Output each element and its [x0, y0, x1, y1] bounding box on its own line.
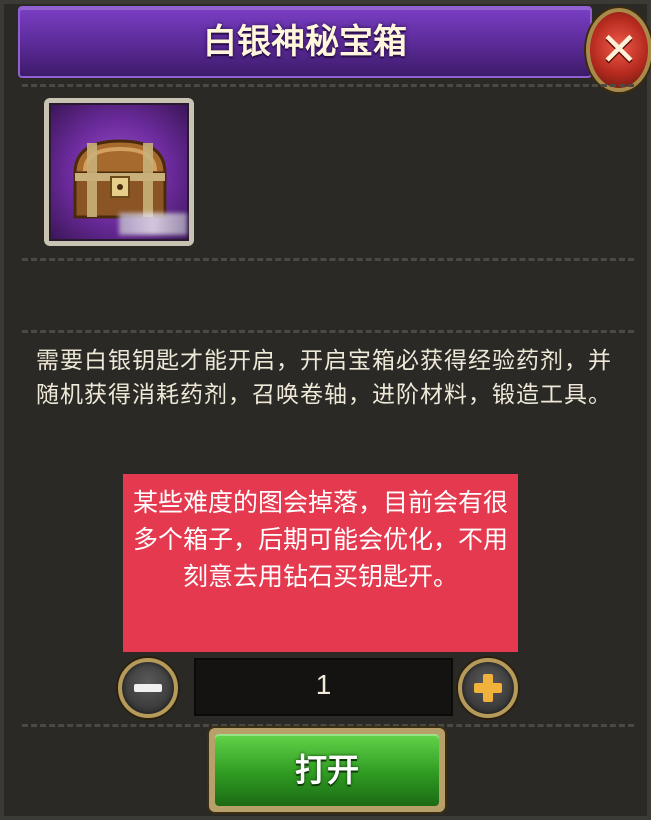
minus-icon [134, 684, 162, 692]
blurred-item-count [119, 213, 187, 235]
title-bar: 白银神秘宝箱 [18, 6, 592, 78]
divider [22, 724, 634, 727]
close-button[interactable]: ✕ [586, 8, 651, 92]
divider [22, 84, 634, 87]
close-icon: ✕ [599, 22, 639, 76]
dialog-title: 白银神秘宝箱 [203, 22, 407, 62]
treasure-chest-icon [73, 139, 167, 219]
divider [22, 330, 634, 333]
increase-button[interactable] [458, 658, 518, 718]
item-description: 需要白银钥匙才能开启，开启宝箱必获得经验药剂，并随机获得消耗药剂，召唤卷轴，进阶… [36, 348, 612, 408]
dialog-panel: 白银神秘宝箱 ✕ 需要白银钥匙才能开启，开启宝箱必获得经验药剂，并随机获得消耗药… [0, 0, 651, 820]
item-slot[interactable] [44, 98, 194, 246]
divider [22, 258, 634, 261]
decrease-button[interactable] [118, 658, 178, 718]
quantity-field[interactable]: 1 [194, 658, 453, 716]
open-button-frame: 打开 [209, 728, 445, 812]
annotation-overlay: 某些难度的图会掉落，目前会有很多个箱子，后期可能会优化，不用刻意去用钻石买钥匙开… [123, 474, 518, 652]
item-background [49, 103, 189, 241]
open-button[interactable]: 打开 [215, 734, 439, 806]
